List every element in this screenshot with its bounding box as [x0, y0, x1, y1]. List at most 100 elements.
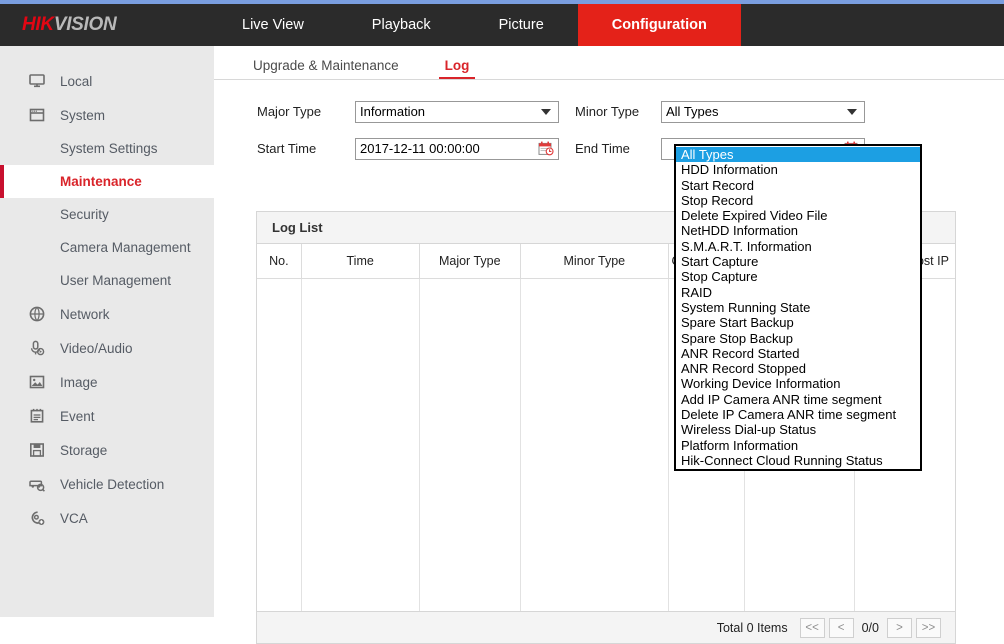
dropdown-option-stop-record[interactable]: Stop Record [676, 193, 920, 208]
sidebar-item-label: Network [60, 307, 110, 322]
hikvision-logo: HIKVISION [0, 4, 200, 46]
nav-live-view[interactable]: Live View [208, 4, 338, 46]
dropdown-option-nethdd-information[interactable]: NetHDD Information [676, 223, 920, 238]
sidebar-item-storage[interactable]: Storage [0, 433, 214, 467]
sidebar-item-event[interactable]: Event [0, 399, 214, 433]
tab-bar: Upgrade & Maintenance Log [214, 46, 1004, 80]
sidebar-item-label: Image [60, 375, 98, 390]
dropdown-option-start-capture[interactable]: Start Capture [676, 254, 920, 269]
sidebar-item-vca[interactable]: VCA [0, 501, 214, 535]
chevron-down-icon [541, 109, 551, 115]
next-page-button[interactable]: > [887, 618, 912, 638]
sidebar-item-maintenance[interactable]: Maintenance [0, 165, 214, 198]
dropdown-option-spare-start-backup[interactable]: Spare Start Backup [676, 315, 920, 330]
minor-type-dropdown-list[interactable]: All Types HDD Information Start Record S… [674, 144, 922, 471]
tab-upgrade-maintenance[interactable]: Upgrade & Maintenance [243, 58, 409, 79]
sidebar-item-image[interactable]: Image [0, 365, 214, 399]
vca-icon [26, 507, 48, 529]
sidebar: Local System System Settings Maintenance… [0, 46, 214, 617]
dropdown-option-system-running-state[interactable]: System Running State [676, 300, 920, 315]
sidebar-item-label: Local [60, 74, 92, 89]
sidebar-item-label: VCA [60, 511, 88, 526]
monitor-icon [26, 70, 48, 92]
pagination-bar: Total 0 Items << < 0/0 > >> [257, 611, 955, 643]
column-header-no: No. [257, 244, 301, 279]
major-type-value: Information [360, 104, 541, 119]
table-cell [257, 279, 301, 612]
car-search-icon [26, 473, 48, 495]
major-type-select[interactable]: Information [355, 101, 559, 123]
dropdown-option-wireless-dial-up-status[interactable]: Wireless Dial-up Status [676, 422, 920, 437]
dropdown-option-hik-connect-cloud-running-status[interactable]: Hik-Connect Cloud Running Status [676, 453, 920, 468]
dropdown-option-stop-capture[interactable]: Stop Capture [676, 269, 920, 284]
sidebar-item-system-settings[interactable]: System Settings [0, 132, 214, 165]
start-time-value: 2017-12-11 00:00:00 [360, 141, 538, 156]
sidebar-item-label: Security [60, 207, 109, 222]
prev-page-button[interactable]: < [829, 618, 854, 638]
tab-log[interactable]: Log [435, 58, 480, 79]
page-indicator: 0/0 [862, 621, 879, 635]
sidebar-item-network[interactable]: Network [0, 297, 214, 331]
start-time-label: Start Time [257, 141, 355, 156]
sidebar-item-label: Video/Audio [60, 341, 133, 356]
sidebar-item-label: User Management [60, 273, 171, 288]
minor-type-label: Minor Type [559, 104, 661, 119]
sidebar-item-label: System [60, 108, 105, 123]
dropdown-option-hdd-information[interactable]: HDD Information [676, 162, 920, 177]
dropdown-option-start-record[interactable]: Start Record [676, 178, 920, 193]
dropdown-option-delete-expired-video-file[interactable]: Delete Expired Video File [676, 208, 920, 223]
column-header-major-type: Major Type [419, 244, 520, 279]
sidebar-item-system[interactable]: System [0, 98, 214, 132]
sidebar-item-vehicle-detection[interactable]: Vehicle Detection [0, 467, 214, 501]
sidebar-item-label: Maintenance [60, 174, 142, 189]
globe-icon [26, 303, 48, 325]
dropdown-option-platform-information[interactable]: Platform Information [676, 438, 920, 453]
chevron-down-icon [847, 109, 857, 115]
start-time-input[interactable]: 2017-12-11 00:00:00 [355, 138, 559, 160]
table-cell [520, 279, 668, 612]
sidebar-item-user-management[interactable]: User Management [0, 264, 214, 297]
dropdown-option-delete-ip-camera-anr-time-segment[interactable]: Delete IP Camera ANR time segment [676, 407, 920, 422]
nav-playback[interactable]: Playback [338, 4, 465, 46]
major-type-label: Major Type [257, 104, 355, 119]
dropdown-option-anr-record-started[interactable]: ANR Record Started [676, 346, 920, 361]
logo-hik-text: HIK [22, 14, 54, 36]
dropdown-option-raid[interactable]: RAID [676, 285, 920, 300]
window-icon [26, 104, 48, 126]
nav-configuration[interactable]: Configuration [578, 4, 741, 46]
end-time-label: End Time [559, 141, 661, 156]
app-header: HIKVISION Live View Playback Picture Con… [0, 4, 1004, 46]
picture-icon [26, 371, 48, 393]
calendar-icon[interactable] [538, 141, 554, 156]
sidebar-item-label: Vehicle Detection [60, 477, 164, 492]
main-panel: Upgrade & Maintenance Log Major Type Inf… [214, 46, 1004, 617]
first-page-button[interactable]: << [800, 618, 825, 638]
sidebar-item-label: Storage [60, 443, 107, 458]
dropdown-option-working-device-information[interactable]: Working Device Information [676, 376, 920, 391]
sidebar-item-label: Event [60, 409, 95, 424]
floppy-disk-icon [26, 439, 48, 461]
microphone-icon [26, 337, 48, 359]
total-items-label: Total 0 Items [717, 621, 788, 635]
logo-vision-text: VISION [54, 14, 117, 36]
sidebar-item-video-audio[interactable]: Video/Audio [0, 331, 214, 365]
sidebar-item-label: System Settings [60, 141, 158, 156]
dropdown-option-anr-record-stopped[interactable]: ANR Record Stopped [676, 361, 920, 376]
sidebar-item-label: Camera Management [60, 240, 191, 255]
sidebar-item-local[interactable]: Local [0, 64, 214, 98]
minor-type-value: All Types [666, 104, 847, 119]
column-header-time: Time [301, 244, 419, 279]
main-nav: Live View Playback Picture Configuration [208, 4, 741, 46]
sidebar-item-security[interactable]: Security [0, 198, 214, 231]
calendar-list-icon [26, 405, 48, 427]
minor-type-select[interactable]: All Types [661, 101, 865, 123]
last-page-button[interactable]: >> [916, 618, 941, 638]
dropdown-option-smart-information[interactable]: S.M.A.R.T. Information [676, 239, 920, 254]
dropdown-option-all-types[interactable]: All Types [676, 147, 920, 162]
nav-picture[interactable]: Picture [465, 4, 578, 46]
filter-row-type: Major Type Information Minor Type All Ty… [214, 96, 1004, 127]
column-header-minor-type: Minor Type [520, 244, 668, 279]
sidebar-item-camera-management[interactable]: Camera Management [0, 231, 214, 264]
dropdown-option-spare-stop-backup[interactable]: Spare Stop Backup [676, 331, 920, 346]
dropdown-option-add-ip-camera-anr-time-segment[interactable]: Add IP Camera ANR time segment [676, 392, 920, 407]
